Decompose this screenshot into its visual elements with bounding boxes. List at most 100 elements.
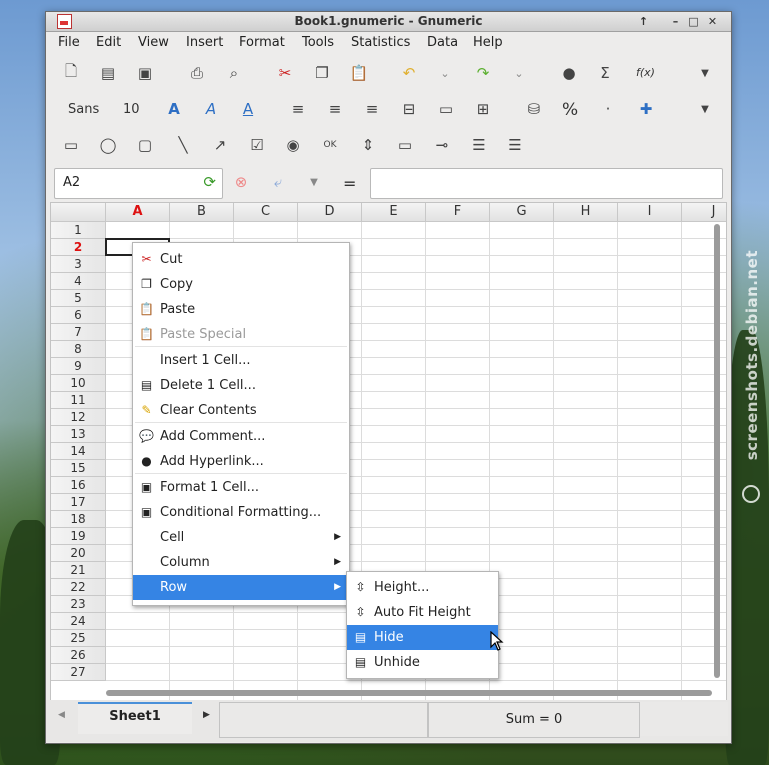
new-file-icon[interactable]: 🗋 — [60, 62, 82, 84]
menu-item-clear-contents[interactable]: ✎ Clear Contents — [133, 398, 349, 423]
formula-equals-button[interactable]: = — [343, 174, 356, 193]
menu-tools[interactable]: Tools — [302, 35, 334, 50]
menu-edit[interactable]: Edit — [96, 35, 121, 50]
row-header[interactable]: 12 — [51, 409, 106, 426]
line-tool-icon[interactable]: ╲ — [172, 134, 194, 156]
column-header[interactable]: H — [554, 203, 618, 222]
row-header[interactable]: 19 — [51, 528, 106, 545]
row-header[interactable]: 11 — [51, 392, 106, 409]
row-header[interactable]: 22 — [51, 579, 106, 596]
scrollbar-tool-icon[interactable]: ▭ — [394, 134, 416, 156]
vertical-scroll-thumb[interactable] — [714, 224, 720, 678]
toolbar-overflow-icon[interactable]: ▼ — [694, 98, 716, 120]
menu-data[interactable]: Data — [427, 35, 458, 50]
menu-item-add-comment[interactable]: 💬 Add Comment... — [133, 424, 349, 449]
row-header[interactable]: 17 — [51, 494, 106, 511]
list-tool-icon[interactable]: ☰ — [468, 134, 490, 156]
menu-item-cut[interactable]: ✂ Cut — [133, 247, 349, 272]
row-header[interactable]: 6 — [51, 307, 106, 324]
column-header[interactable]: F — [426, 203, 490, 222]
corner-select-all[interactable] — [51, 203, 106, 222]
row-header[interactable]: 24 — [51, 613, 106, 630]
split-cells-icon[interactable]: ⊞ — [472, 98, 494, 120]
menu-item-auto-fit-height[interactable]: ⇳ Auto Fit Height — [347, 600, 498, 625]
align-center-icon[interactable]: ≡ — [324, 98, 346, 120]
maximize-button[interactable]: □ — [686, 14, 701, 29]
minimize-button[interactable]: – — [668, 14, 683, 29]
menu-item-cell[interactable]: Cell ▶ — [133, 525, 349, 550]
row-header[interactable]: 21 — [51, 562, 106, 579]
column-header[interactable]: E — [362, 203, 426, 222]
currency-format-icon[interactable]: ⛁ — [523, 98, 545, 120]
row-header[interactable]: 9 — [51, 358, 106, 375]
row-header[interactable]: 2 — [51, 239, 106, 256]
menu-format[interactable]: Format — [239, 35, 285, 50]
row-header[interactable]: 3 — [51, 256, 106, 273]
column-header[interactable]: D — [298, 203, 362, 222]
radio-tool-icon[interactable]: ◉ — [282, 134, 304, 156]
center-across-icon[interactable]: ▭ — [435, 98, 457, 120]
row-header[interactable]: 7 — [51, 324, 106, 341]
percent-format-button[interactable]: % — [562, 100, 578, 120]
accept-entry-icon[interactable]: ⟳ — [203, 173, 216, 191]
menu-item-paste[interactable]: 📋 Paste — [133, 297, 349, 322]
slider-tool-icon[interactable]: ⊸ — [431, 134, 453, 156]
rectangle-tool-icon[interactable]: ▭ — [60, 134, 82, 156]
row-header[interactable]: 18 — [51, 511, 106, 528]
row-header[interactable]: 4 — [51, 273, 106, 290]
frame-tool-icon[interactable]: ▢ — [134, 134, 156, 156]
menu-item-height[interactable]: ⇳ Height... — [347, 575, 498, 600]
menu-item-insert-1-cell[interactable]: Insert 1 Cell... — [133, 348, 349, 373]
formula-input[interactable] — [370, 168, 723, 199]
undo-dropdown-icon[interactable]: ⌄ — [434, 62, 456, 84]
print-icon[interactable]: ⎙ — [186, 62, 208, 84]
redo-dropdown-icon[interactable]: ⌄ — [508, 62, 530, 84]
arrow-tool-icon[interactable]: ↗ — [209, 134, 231, 156]
row-header[interactable]: 27 — [51, 664, 106, 681]
menu-item-row[interactable]: Row ▶ — [133, 575, 349, 600]
raise-window-icon[interactable]: ↑ — [636, 14, 651, 29]
row-header[interactable]: 23 — [51, 596, 106, 613]
hyperlink-icon[interactable]: ● — [558, 62, 580, 84]
menu-file[interactable]: File — [58, 35, 80, 50]
bold-icon[interactable]: A — [163, 98, 185, 120]
paste-icon[interactable]: 📋 — [348, 62, 370, 84]
menu-insert[interactable]: Insert — [186, 35, 223, 50]
redo-icon[interactable]: ↷ — [472, 62, 494, 84]
toolbar-overflow-icon[interactable]: ▼ — [694, 62, 716, 84]
align-right-icon[interactable]: ≡ — [361, 98, 383, 120]
spinner-tool-icon[interactable]: ⇕ — [357, 134, 379, 156]
row-header[interactable]: 16 — [51, 477, 106, 494]
open-file-icon[interactable]: ▤ — [97, 62, 119, 84]
combo-tool-icon[interactable]: ☰ — [504, 134, 526, 156]
sheet-tab[interactable]: Sheet1 — [78, 702, 192, 734]
menu-item-add-hyperlink[interactable]: ● Add Hyperlink... — [133, 449, 349, 474]
merge-cells-icon[interactable]: ⊟ — [398, 98, 420, 120]
name-box[interactable]: A2 ⟳ — [54, 168, 223, 199]
button-tool-icon[interactable]: OK — [319, 134, 341, 156]
row-header[interactable]: 15 — [51, 460, 106, 477]
undo-icon[interactable]: ↶ — [398, 62, 420, 84]
menu-item-format-1-cell[interactable]: ▣ Format 1 Cell... — [133, 475, 349, 500]
ellipse-tool-icon[interactable]: ◯ — [97, 134, 119, 156]
formula-dropdown-icon[interactable]: ▼ — [303, 171, 325, 193]
row-header[interactable]: 1 — [51, 222, 106, 239]
save-file-icon[interactable]: ▣ — [134, 62, 156, 84]
horizontal-scrollbar[interactable] — [104, 688, 714, 698]
column-header[interactable]: G — [490, 203, 554, 222]
menu-item-conditional-formatting[interactable]: ▣ Conditional Formatting... — [133, 500, 349, 525]
menu-item-copy[interactable]: ❐ Copy — [133, 272, 349, 297]
font-name-field[interactable]: Sans — [68, 102, 99, 117]
column-header[interactable]: C — [234, 203, 298, 222]
column-header[interactable]: A — [106, 203, 170, 222]
row-header[interactable]: 10 — [51, 375, 106, 392]
checkbox-tool-icon[interactable]: ☑ — [246, 134, 268, 156]
close-button[interactable]: ✕ — [705, 14, 720, 29]
row-header[interactable]: 20 — [51, 545, 106, 562]
vertical-scrollbar[interactable] — [712, 222, 722, 680]
menu-statistics[interactable]: Statistics — [351, 35, 410, 50]
align-left-icon[interactable]: ≡ — [287, 98, 309, 120]
thousands-separator-icon[interactable]: · — [597, 98, 619, 120]
accept-formula-icon[interactable]: ⤶ — [267, 171, 289, 193]
cut-icon[interactable]: ✂ — [274, 62, 296, 84]
